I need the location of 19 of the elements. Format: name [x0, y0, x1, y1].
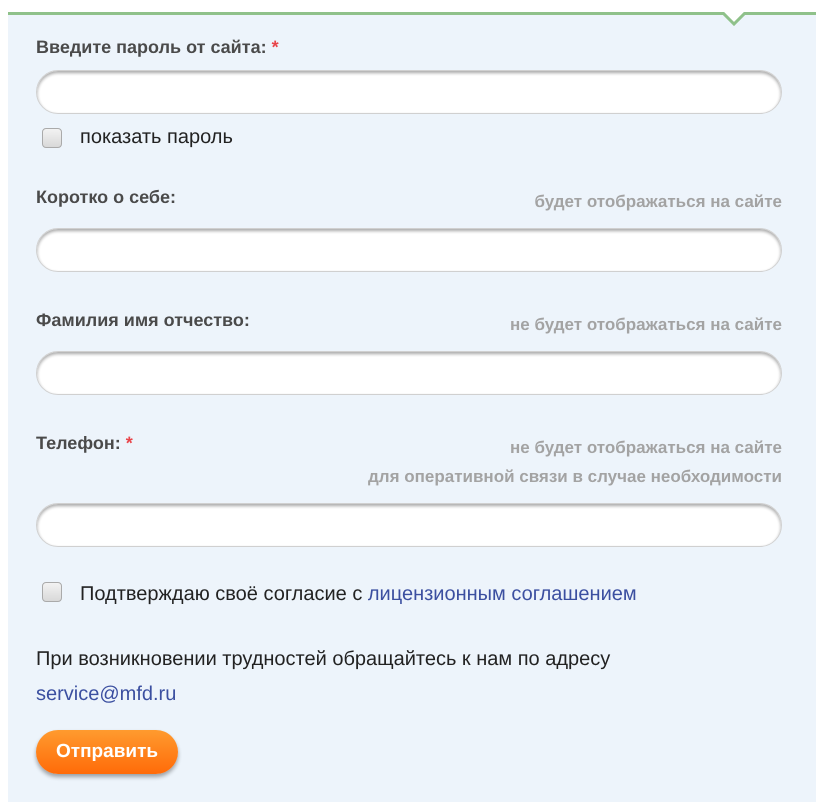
field-hint: будет отображаться на сайте	[534, 191, 782, 213]
checkbox[interactable]	[42, 128, 62, 148]
text-field[interactable]	[36, 503, 782, 547]
field-label: Фамилия имя отчество:	[36, 310, 250, 331]
field-label: Введите пароль от сайта: *	[36, 37, 279, 58]
checkbox[interactable]	[42, 582, 62, 602]
field-label: Коротко о себе:	[36, 187, 176, 208]
field-hint: для оперативной связи в случае необходимости	[368, 466, 782, 488]
text-field[interactable]	[36, 351, 782, 395]
text-field[interactable]	[36, 228, 782, 272]
contact-text: При возникновении трудностей обращайтесь к нам по адресу service@mfd.ru	[36, 647, 612, 707]
field-hint: не будет отображаться на сайте	[510, 437, 782, 459]
field-label: Телефон: *	[36, 433, 133, 454]
license-link[interactable]: лицензионным соглашением	[368, 583, 637, 605]
field-hint: не будет отображаться на сайте	[510, 314, 782, 336]
email-link[interactable]: service@mfd.ru	[36, 683, 176, 705]
text-field[interactable]	[36, 70, 782, 114]
checkbox-label: показать пароль	[80, 126, 233, 149]
consent-text: Подтверждаю своё согласие с лицензионным соглашением	[36, 577, 716, 612]
